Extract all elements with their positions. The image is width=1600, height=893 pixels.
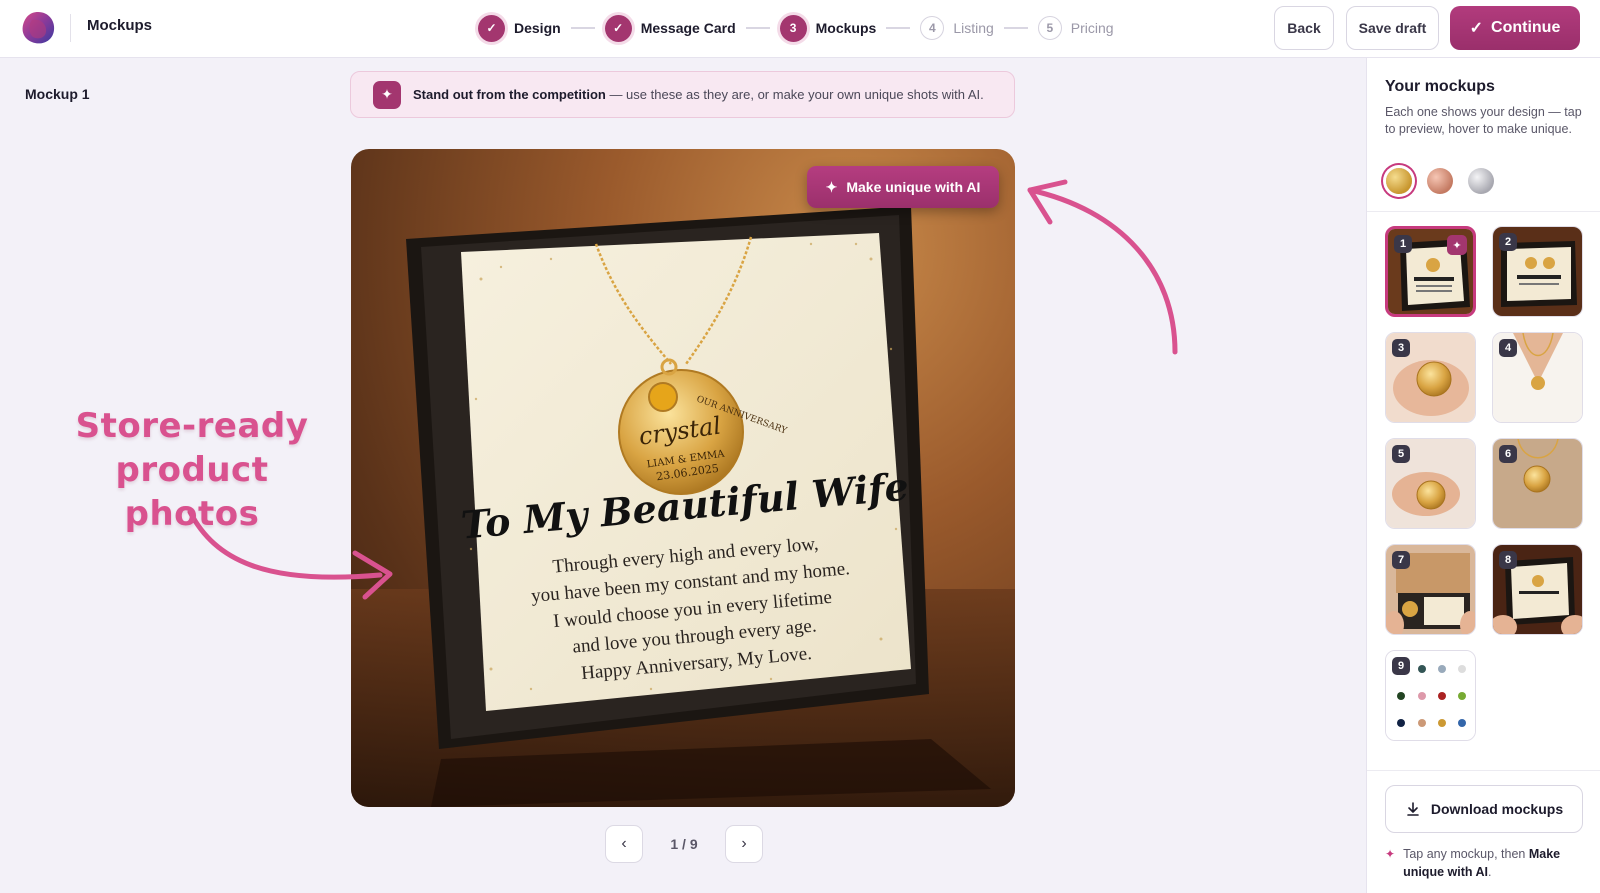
thumbnail-number: 7 — [1392, 551, 1410, 569]
pager: ‹ 1 / 9 › — [605, 825, 763, 863]
mockup-thumbnail[interactable]: 5 — [1385, 438, 1476, 529]
tip: ✦ Tap any mockup, then Make unique with … — [1385, 845, 1590, 881]
download-label: Download mockups — [1430, 801, 1564, 817]
mockup-thumbnail[interactable]: 7 — [1385, 544, 1476, 635]
continue-button[interactable]: ✓ Continue — [1450, 6, 1580, 50]
mockup-thumbnail[interactable]: 1 ✦ — [1385, 226, 1476, 317]
mockup-thumbnail[interactable]: 2 — [1492, 226, 1583, 317]
thumbnail-number: 9 — [1392, 657, 1410, 675]
thumbnail-number: 6 — [1499, 445, 1517, 463]
chevron-right-icon: › — [741, 835, 747, 852]
tip-text-start: Tap any mockup, then — [1403, 847, 1529, 861]
divider — [1367, 770, 1600, 771]
swatch-silver[interactable] — [1468, 168, 1494, 194]
download-icon — [1407, 802, 1419, 816]
check-icon: ✓ — [1469, 20, 1484, 37]
mockup-thumbnail[interactable]: 6 — [1492, 438, 1583, 529]
pager-text: 1 / 9 — [670, 836, 698, 852]
mockup-thumbnail[interactable]: 4 — [1492, 332, 1583, 423]
download-mockups-button[interactable]: Download mockups — [1385, 785, 1583, 833]
thumbnail-number: 5 — [1392, 445, 1410, 463]
thumbnail-number: 2 — [1499, 233, 1517, 251]
divider — [1367, 211, 1600, 212]
mockups-panel: Your mockups Each one shows your design … — [1366, 58, 1600, 893]
mockup-thumbnail[interactable]: 8 — [1492, 544, 1583, 635]
thumbnail-number: 1 — [1394, 235, 1412, 253]
sparkle-icon: ✦ — [1385, 847, 1396, 861]
thumbnail-number: 3 — [1392, 339, 1410, 357]
chevron-left-icon: ‹ — [621, 835, 627, 852]
thumbnail-number: 8 — [1499, 551, 1517, 569]
annotation-line: product photos — [115, 450, 269, 534]
swatch-rose[interactable] — [1427, 168, 1453, 194]
swatch-gold[interactable] — [1386, 168, 1412, 194]
next-button[interactable]: › — [725, 825, 763, 863]
tip-text: Tap any mockup, then Make unique with AI… — [1403, 845, 1590, 881]
mockup-thumbnail[interactable]: 9 — [1385, 650, 1476, 741]
annotation-text: Store-ready product photos — [52, 404, 332, 536]
panel-description: Each one shows your design — tap to prev… — [1385, 105, 1582, 136]
sparkle-icon[interactable]: ✦ — [1447, 235, 1467, 255]
tip-text-end: . — [1488, 865, 1492, 879]
annotation-line: Store-ready — [75, 406, 309, 446]
continue-label: Continue — [1491, 19, 1561, 36]
panel-title: Your mockups — [1385, 78, 1495, 95]
mockup-thumbnail[interactable]: 3 — [1385, 332, 1476, 423]
thumbnail-number: 4 — [1499, 339, 1517, 357]
previous-button[interactable]: ‹ — [605, 825, 643, 863]
